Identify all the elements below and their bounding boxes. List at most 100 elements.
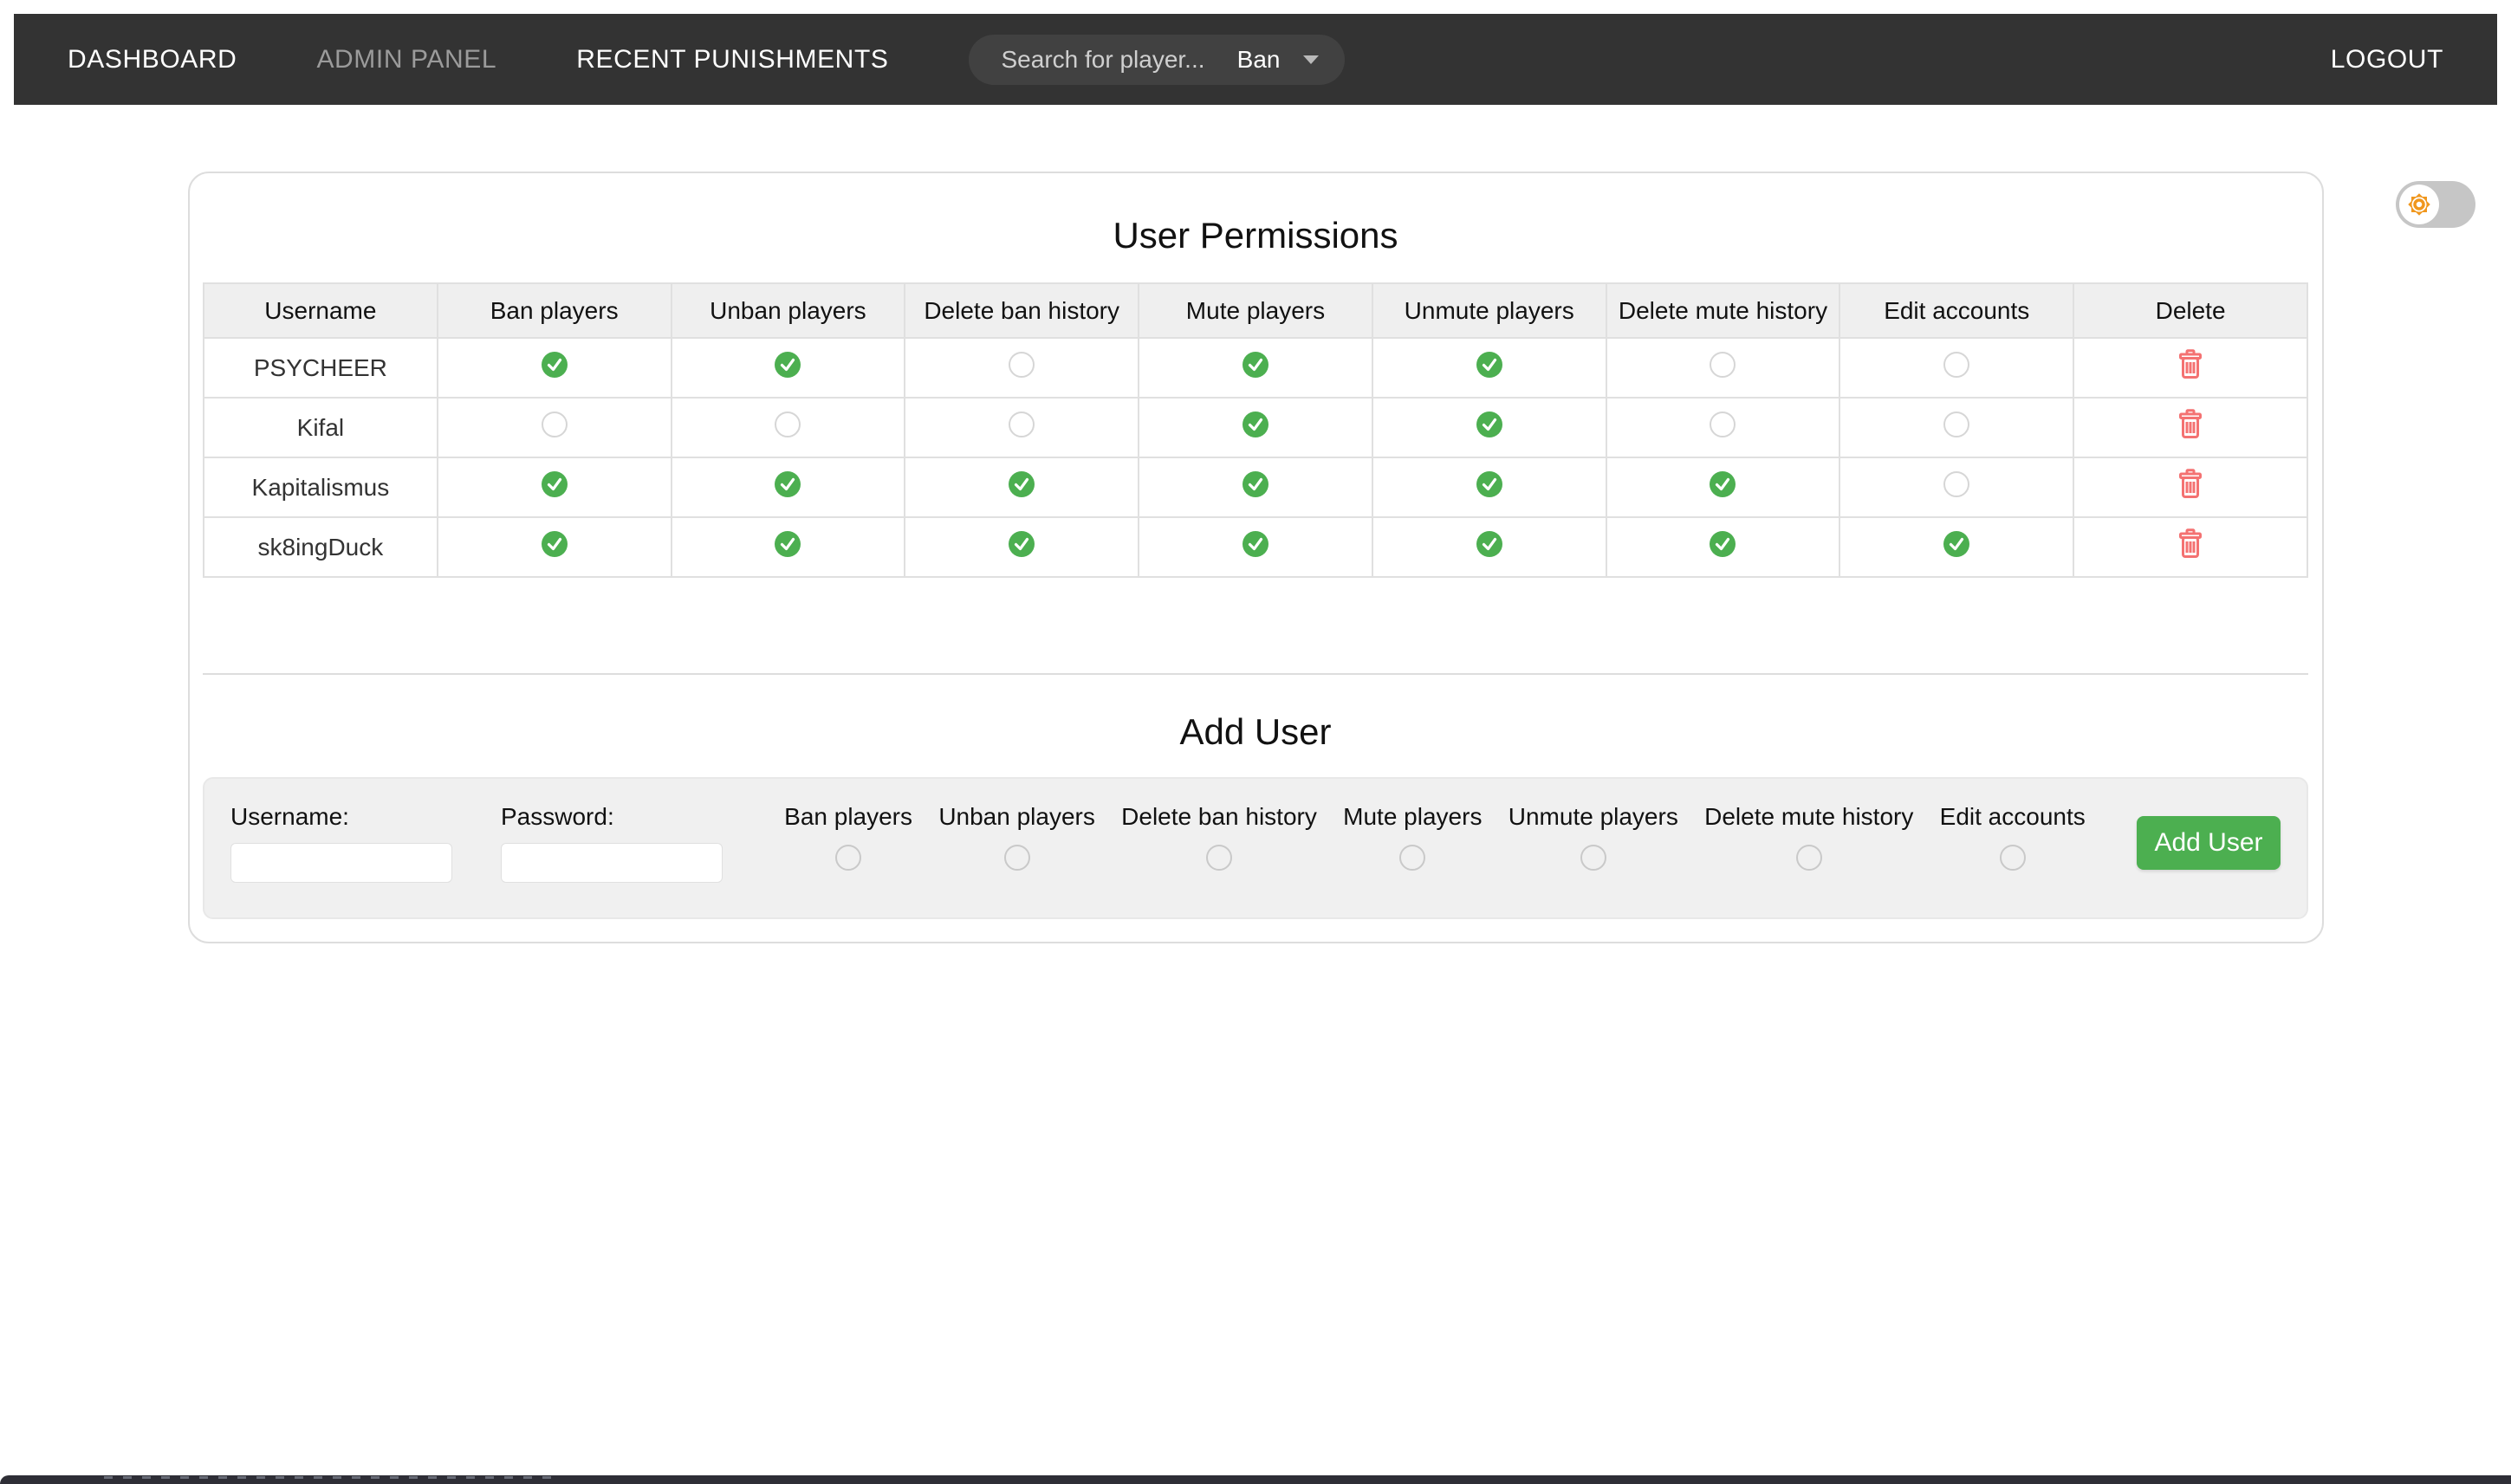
nav-item-dashboard[interactable]: DASHBOARD	[68, 45, 237, 75]
check-icon-mute-players[interactable]	[1243, 531, 1268, 557]
delete-user-button[interactable]	[2177, 349, 2203, 380]
password-field-group: Password:	[501, 803, 723, 883]
user-permissions-card: User Permissions UsernameBan playersUnba…	[188, 172, 2324, 943]
permission-cell-ban-players	[438, 338, 672, 398]
perm-label-unmute-players: Unmute players	[1509, 803, 1678, 831]
permission-cell-delete-ban-history	[905, 338, 1139, 398]
empty-circle-icon-delete-ban-history[interactable]	[1009, 412, 1035, 437]
delete-ban-history-radio[interactable]	[1206, 845, 1232, 871]
perm-label-ban-players: Ban players	[784, 803, 912, 831]
new-user-permissions: Ban players Unban players Delete ban histo…	[771, 803, 2099, 871]
permission-cell-edit-accounts	[1839, 517, 2073, 577]
check-icon-delete-ban-history[interactable]	[1009, 471, 1035, 497]
delete-mute-history-radio[interactable]	[1796, 845, 1822, 871]
check-icon-unmute-players[interactable]	[1476, 412, 1502, 437]
check-icon-unban-players[interactable]	[775, 531, 801, 557]
search-type-dropdown[interactable]: Ban	[1237, 46, 1281, 74]
page-title: User Permissions	[190, 215, 2322, 256]
delete-user-button[interactable]	[2177, 528, 2203, 560]
check-icon-edit-accounts[interactable]	[1943, 531, 1969, 557]
edit-accounts-radio[interactable]	[2000, 845, 2026, 871]
empty-circle-icon-unban-players[interactable]	[775, 412, 801, 437]
column-header-username: Username	[204, 283, 438, 338]
search-input[interactable]	[1000, 45, 1208, 75]
caret-down-icon[interactable]	[1303, 55, 1319, 64]
add-user-panel: Username: Password: Ban players Unban pla…	[203, 777, 2308, 919]
permission-cell-unmute-players	[1372, 517, 1606, 577]
check-icon-unmute-players[interactable]	[1476, 471, 1502, 497]
footer-bar	[0, 1475, 2511, 1484]
nav-item-recent-punishments[interactable]: RECENT PUNISHMENTS	[576, 45, 888, 75]
trash-icon	[2177, 349, 2203, 380]
check-icon-ban-players[interactable]	[542, 352, 568, 378]
permission-cell-unmute-players	[1372, 457, 1606, 517]
empty-circle-icon-edit-accounts[interactable]	[1943, 352, 1969, 378]
column-header-ban-players: Ban players	[438, 283, 672, 338]
check-icon-unban-players[interactable]	[775, 471, 801, 497]
empty-circle-icon-edit-accounts[interactable]	[1943, 471, 1969, 497]
permission-cell-mute-players	[1139, 338, 1372, 398]
username-cell: sk8ingDuck	[204, 517, 438, 577]
username-field[interactable]	[230, 843, 452, 883]
empty-circle-icon-ban-players[interactable]	[542, 412, 568, 437]
check-icon-ban-players[interactable]	[542, 471, 568, 497]
delete-user-button[interactable]	[2177, 409, 2203, 440]
permission-cell-ban-players	[438, 398, 672, 457]
check-icon-delete-mute-history[interactable]	[1710, 471, 1736, 497]
perm-label-edit-accounts: Edit accounts	[1940, 803, 2086, 831]
permission-cell-unban-players	[672, 457, 905, 517]
unmute-players-radio[interactable]	[1580, 845, 1606, 871]
permissions-table: UsernameBan playersUnban playersDelete b…	[203, 282, 2308, 578]
check-icon-ban-players[interactable]	[542, 531, 568, 557]
add-user-title: Add User	[190, 711, 2322, 753]
theme-toggle-knob[interactable]	[2399, 185, 2439, 224]
trash-icon	[2177, 409, 2203, 440]
unban-players-radio[interactable]	[1004, 845, 1030, 871]
permission-cell-mute-players	[1139, 517, 1372, 577]
empty-circle-icon-delete-ban-history[interactable]	[1009, 352, 1035, 378]
top-navbar: DASHBOARD ADMIN PANEL RECENT PUNISHMENTS…	[14, 14, 2497, 105]
check-icon-unban-players[interactable]	[775, 352, 801, 378]
username-cell: Kifal	[204, 398, 438, 457]
check-icon-delete-mute-history[interactable]	[1710, 531, 1736, 557]
perm-group-unban-players: Unban players	[938, 803, 1095, 871]
table-row: Kifal	[204, 398, 2307, 457]
sun-icon	[2404, 190, 2434, 219]
player-search-bar: Ban	[969, 35, 1345, 85]
column-header-edit-accounts: Edit accounts	[1839, 283, 2073, 338]
delete-user-button[interactable]	[2177, 469, 2203, 500]
perm-label-delete-ban-history: Delete ban history	[1121, 803, 1317, 831]
column-header-delete: Delete	[2073, 283, 2307, 338]
permission-cell-delete-mute-history	[1606, 517, 1840, 577]
permission-cell-unban-players	[672, 517, 905, 577]
password-field[interactable]	[501, 843, 723, 883]
permission-cell-ban-players	[438, 517, 672, 577]
check-icon-mute-players[interactable]	[1243, 471, 1268, 497]
trash-icon	[2177, 528, 2203, 560]
table-row: PSYCHEER	[204, 338, 2307, 398]
empty-circle-icon-edit-accounts[interactable]	[1943, 412, 1969, 437]
trash-icon	[2177, 469, 2203, 500]
delete-cell	[2073, 457, 2307, 517]
permission-cell-mute-players	[1139, 398, 1372, 457]
mute-players-radio[interactable]	[1399, 845, 1425, 871]
check-icon-unmute-players[interactable]	[1476, 531, 1502, 557]
permission-cell-edit-accounts	[1839, 338, 2073, 398]
username-cell: Kapitalismus	[204, 457, 438, 517]
check-icon-mute-players[interactable]	[1243, 352, 1268, 378]
permission-cell-delete-ban-history	[905, 517, 1139, 577]
theme-toggle[interactable]	[2396, 181, 2475, 228]
ban-players-radio[interactable]	[835, 845, 861, 871]
username-field-group: Username:	[230, 803, 452, 883]
empty-circle-icon-delete-mute-history[interactable]	[1710, 412, 1736, 437]
permissions-table-head: UsernameBan playersUnban playersDelete b…	[204, 283, 2307, 338]
delete-cell	[2073, 338, 2307, 398]
logout-button[interactable]: LOGOUT	[2331, 45, 2443, 75]
check-icon-unmute-players[interactable]	[1476, 352, 1502, 378]
check-icon-mute-players[interactable]	[1243, 412, 1268, 437]
add-user-button[interactable]: Add User	[2137, 816, 2281, 870]
empty-circle-icon-delete-mute-history[interactable]	[1710, 352, 1736, 378]
table-row: Kapitalismus	[204, 457, 2307, 517]
check-icon-delete-ban-history[interactable]	[1009, 531, 1035, 557]
nav-item-admin-panel[interactable]: ADMIN PANEL	[316, 45, 496, 75]
